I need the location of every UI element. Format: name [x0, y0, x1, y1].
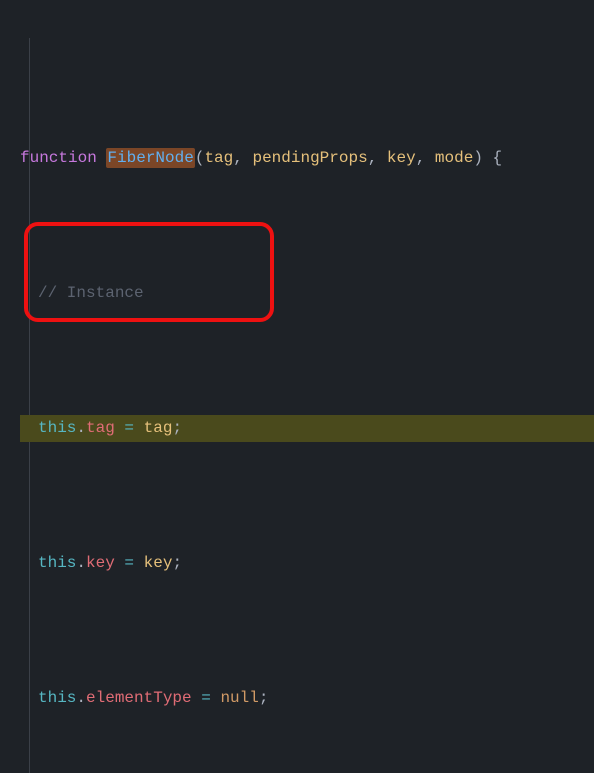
code-line: this.key = key;	[20, 550, 594, 577]
code-editor[interactable]: function FiberNode(tag, pendingProps, ke…	[0, 0, 594, 773]
comment: // Instance	[38, 284, 144, 302]
code-line: this.elementType = null;	[20, 685, 594, 712]
code-line-highlighted: this.tag = tag;	[20, 415, 594, 442]
code-line: // Instance	[20, 280, 594, 307]
highlight-box	[24, 222, 274, 322]
keyword-function: function	[20, 149, 97, 167]
code-line: function FiberNode(tag, pendingProps, ke…	[20, 145, 594, 172]
fn-name: FiberNode	[106, 148, 194, 168]
